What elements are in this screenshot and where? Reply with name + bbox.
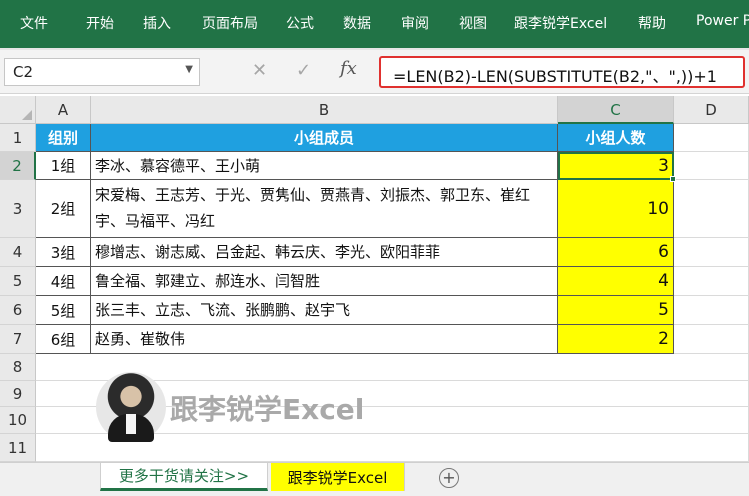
column-header-d[interactable]: D (674, 96, 749, 124)
formula-bar: C2 ▼ ✕ ✓ fx =LEN(B2)-LEN(SUBSTITUTE(B2,"… (0, 50, 749, 94)
header-cell-members[interactable]: 小组成员 (91, 124, 558, 152)
ribbon-tab-formulas[interactable]: 公式 (286, 13, 314, 33)
count-cell-active[interactable]: 3 (558, 152, 674, 180)
select-all-corner[interactable] (0, 96, 36, 124)
column-header-a[interactable]: A (36, 96, 91, 124)
group-cell[interactable]: 1组 (36, 152, 91, 180)
members-cell[interactable]: 李冰、慕容德平、王小萌 (91, 152, 558, 180)
empty-cell[interactable] (674, 180, 749, 238)
chevron-down-icon[interactable]: ▼ (185, 64, 193, 75)
fx-icon[interactable]: fx (340, 58, 357, 79)
row-header-5[interactable]: 5 (0, 267, 36, 296)
row-header-4[interactable]: 4 (0, 238, 36, 267)
count-cell[interactable]: 5 (558, 296, 674, 325)
empty-cell[interactable] (674, 325, 749, 354)
empty-cell[interactable] (674, 296, 749, 325)
name-box-value: C2 (13, 63, 34, 81)
add-sheet-icon[interactable]: + (439, 468, 459, 488)
check-icon[interactable]: ✓ (296, 60, 311, 81)
group-cell[interactable]: 5组 (36, 296, 91, 325)
formula-input[interactable]: =LEN(B2)-LEN(SUBSTITUTE(B2,"、",))+1 (379, 56, 745, 88)
avatar-shirt (126, 414, 136, 434)
group-cell[interactable]: 4组 (36, 267, 91, 296)
sheet-tab-bar: 更多干货请关注>> 跟李锐学Excel + (0, 462, 749, 496)
count-cell[interactable]: 4 (558, 267, 674, 296)
column-header-b[interactable]: B (91, 96, 558, 124)
fill-handle[interactable] (670, 176, 676, 182)
count-cell[interactable]: 10 (558, 180, 674, 238)
ribbon-tab-insert[interactable]: 插入 (143, 13, 171, 33)
header-cell-count[interactable]: 小组人数 (558, 124, 674, 152)
empty-cell[interactable] (674, 267, 749, 296)
members-cell[interactable]: 穆增志、谢志威、吕金起、韩云庆、李光、欧阳菲菲 (91, 238, 558, 267)
row-header-10[interactable]: 10 (0, 407, 36, 434)
close-icon[interactable]: ✕ (252, 60, 267, 81)
ribbon-tab-power-pivot[interactable]: Power P (696, 13, 749, 29)
row-header-3[interactable]: 3 (0, 180, 36, 238)
row-header-6[interactable]: 6 (0, 296, 36, 325)
count-cell[interactable]: 6 (558, 238, 674, 267)
row-header-1[interactable]: 1 (0, 124, 36, 152)
row-header-9[interactable]: 9 (0, 381, 36, 407)
select-all-triangle-icon (22, 110, 32, 120)
ribbon-tab-view[interactable]: 视图 (459, 13, 487, 33)
count-cell[interactable]: 2 (558, 325, 674, 354)
members-cell[interactable]: 鲁全福、郭建立、郝连水、闫智胜 (91, 267, 558, 296)
ribbon-tab-help[interactable]: 帮助 (638, 13, 666, 33)
ribbon-tab-custom[interactable]: 跟李锐学Excel (514, 13, 607, 33)
members-cell[interactable]: 宋爱梅、王志芳、于光、贾隽仙、贾燕青、刘振杰、郭卫东、崔红宇、马福平、冯红 (91, 180, 558, 238)
row-header-8[interactable]: 8 (0, 354, 36, 381)
avatar (96, 372, 166, 442)
group-cell[interactable]: 3组 (36, 238, 91, 267)
empty-cell[interactable] (674, 124, 749, 152)
name-box[interactable]: C2 ▼ (4, 58, 200, 86)
ribbon-tab-data[interactable]: 数据 (343, 13, 371, 33)
ribbon-tab-review[interactable]: 审阅 (401, 13, 429, 33)
header-cell-group[interactable]: 组别 (36, 124, 91, 152)
ribbon-tab-page-layout[interactable]: 页面布局 (202, 13, 258, 33)
ribbon-tabs: 文件 开始 插入 页面布局 公式 数据 审阅 视图 跟李锐学Excel 帮助 P… (0, 0, 749, 48)
sheet-tab-more[interactable]: 更多干货请关注>> (100, 463, 268, 491)
row-header-11[interactable]: 11 (0, 434, 36, 462)
ribbon-tab-home[interactable]: 开始 (86, 13, 114, 33)
members-cell[interactable]: 张三丰、立志、飞流、张鹏鹏、赵宇飞 (91, 296, 558, 325)
group-cell[interactable]: 2组 (36, 180, 91, 238)
formula-text: =LEN(B2)-LEN(SUBSTITUTE(B2,"、",))+1 (393, 67, 717, 86)
empty-cell[interactable] (674, 152, 749, 180)
column-header-c[interactable]: C (558, 96, 674, 124)
row-header-2[interactable]: 2 (0, 152, 36, 180)
group-cell[interactable]: 6组 (36, 325, 91, 354)
members-cell[interactable]: 赵勇、崔敬伟 (91, 325, 558, 354)
sheet-tab-excel[interactable]: 跟李锐学Excel (271, 463, 405, 491)
ribbon-tab-file[interactable]: 文件 (20, 13, 48, 33)
watermark-text: 跟李锐学Excel (170, 393, 365, 426)
row-header-7[interactable]: 7 (0, 325, 36, 354)
empty-cell[interactable] (674, 238, 749, 267)
